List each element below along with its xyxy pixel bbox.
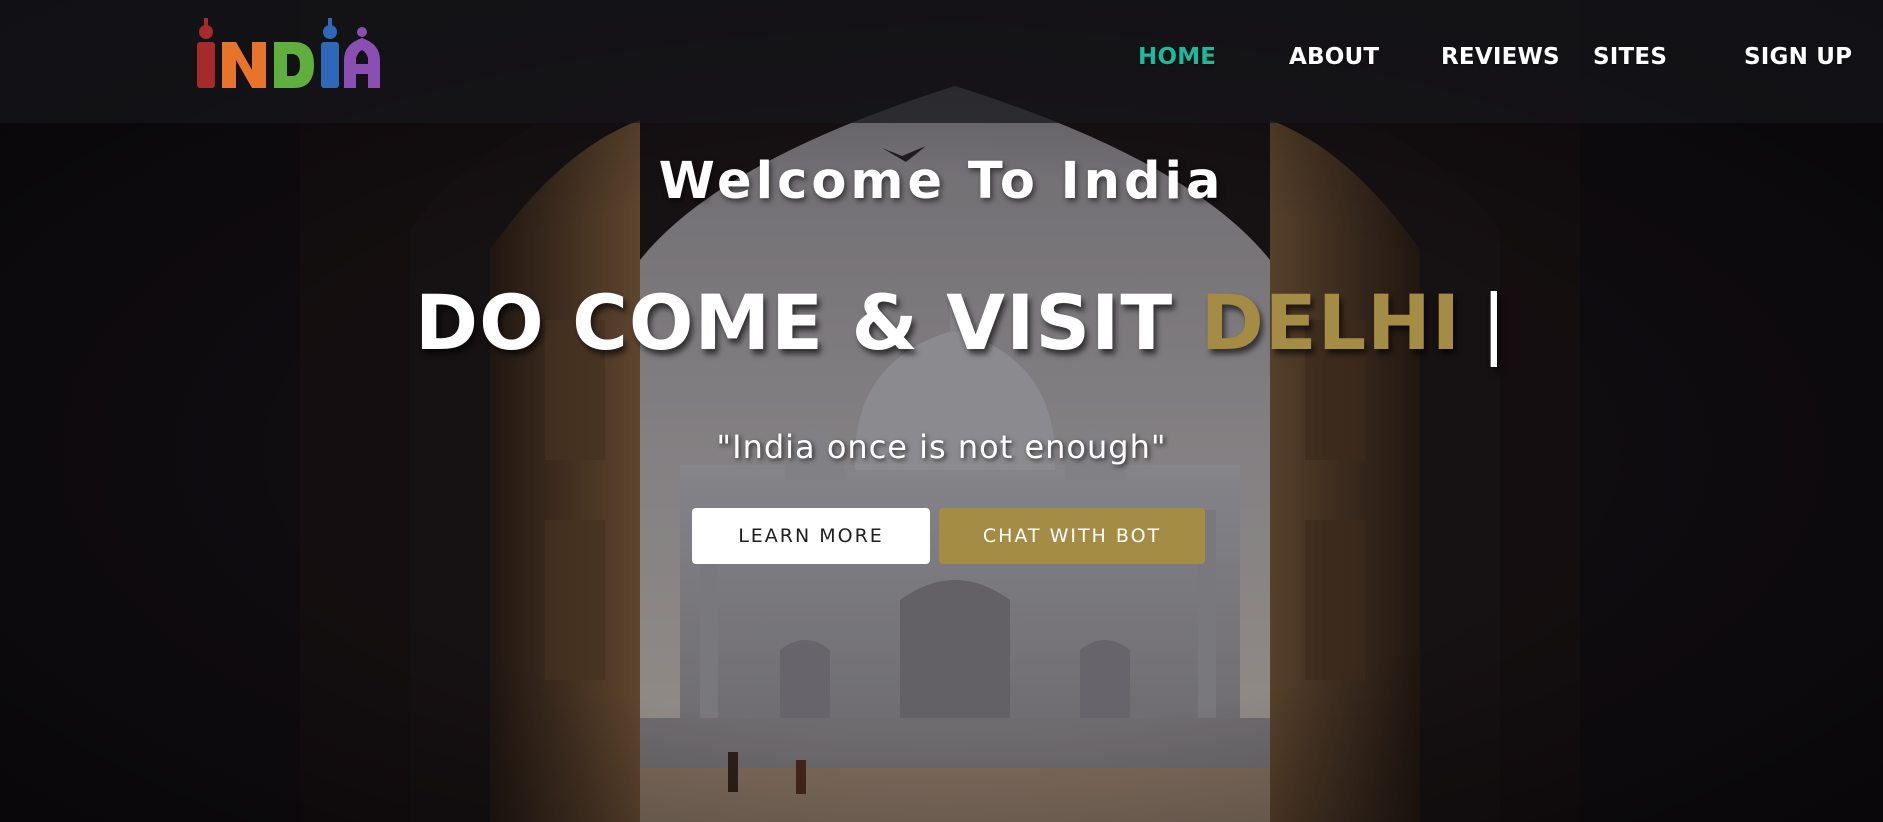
chat-with-bot-button[interactable]: CHAT WITH BOT — [939, 508, 1205, 564]
nav-reviews-link[interactable]: REVIEWS — [1441, 44, 1560, 70]
nav-sites-link[interactable]: SITES — [1593, 44, 1667, 70]
nav-home-link[interactable]: HOME — [1138, 44, 1216, 70]
typing-cursor: | — [1481, 278, 1508, 367]
top-navbar: HOME ABOUT REVIEWS SITES SIGN UP — [0, 0, 1883, 123]
headline-city: DELHI — [1200, 278, 1462, 367]
headline-prefix: DO COME & VISIT — [415, 278, 1174, 367]
welcome-heading: Welcome To India — [658, 152, 1225, 211]
learn-more-button[interactable]: LEARN MORE — [692, 508, 930, 564]
hero-headline: DO COME & VISIT DELHI | — [415, 278, 1508, 367]
hero-quote: "India once is not enough" — [716, 428, 1167, 466]
taj-mahal-background-image — [0, 0, 1883, 822]
nav-about-link[interactable]: ABOUT — [1289, 44, 1379, 70]
india-logo[interactable] — [190, 14, 390, 94]
nav-signup-link[interactable]: SIGN UP — [1744, 44, 1852, 70]
hero-section: HOME ABOUT REVIEWS SITES SIGN UP Welcome… — [0, 0, 1883, 822]
